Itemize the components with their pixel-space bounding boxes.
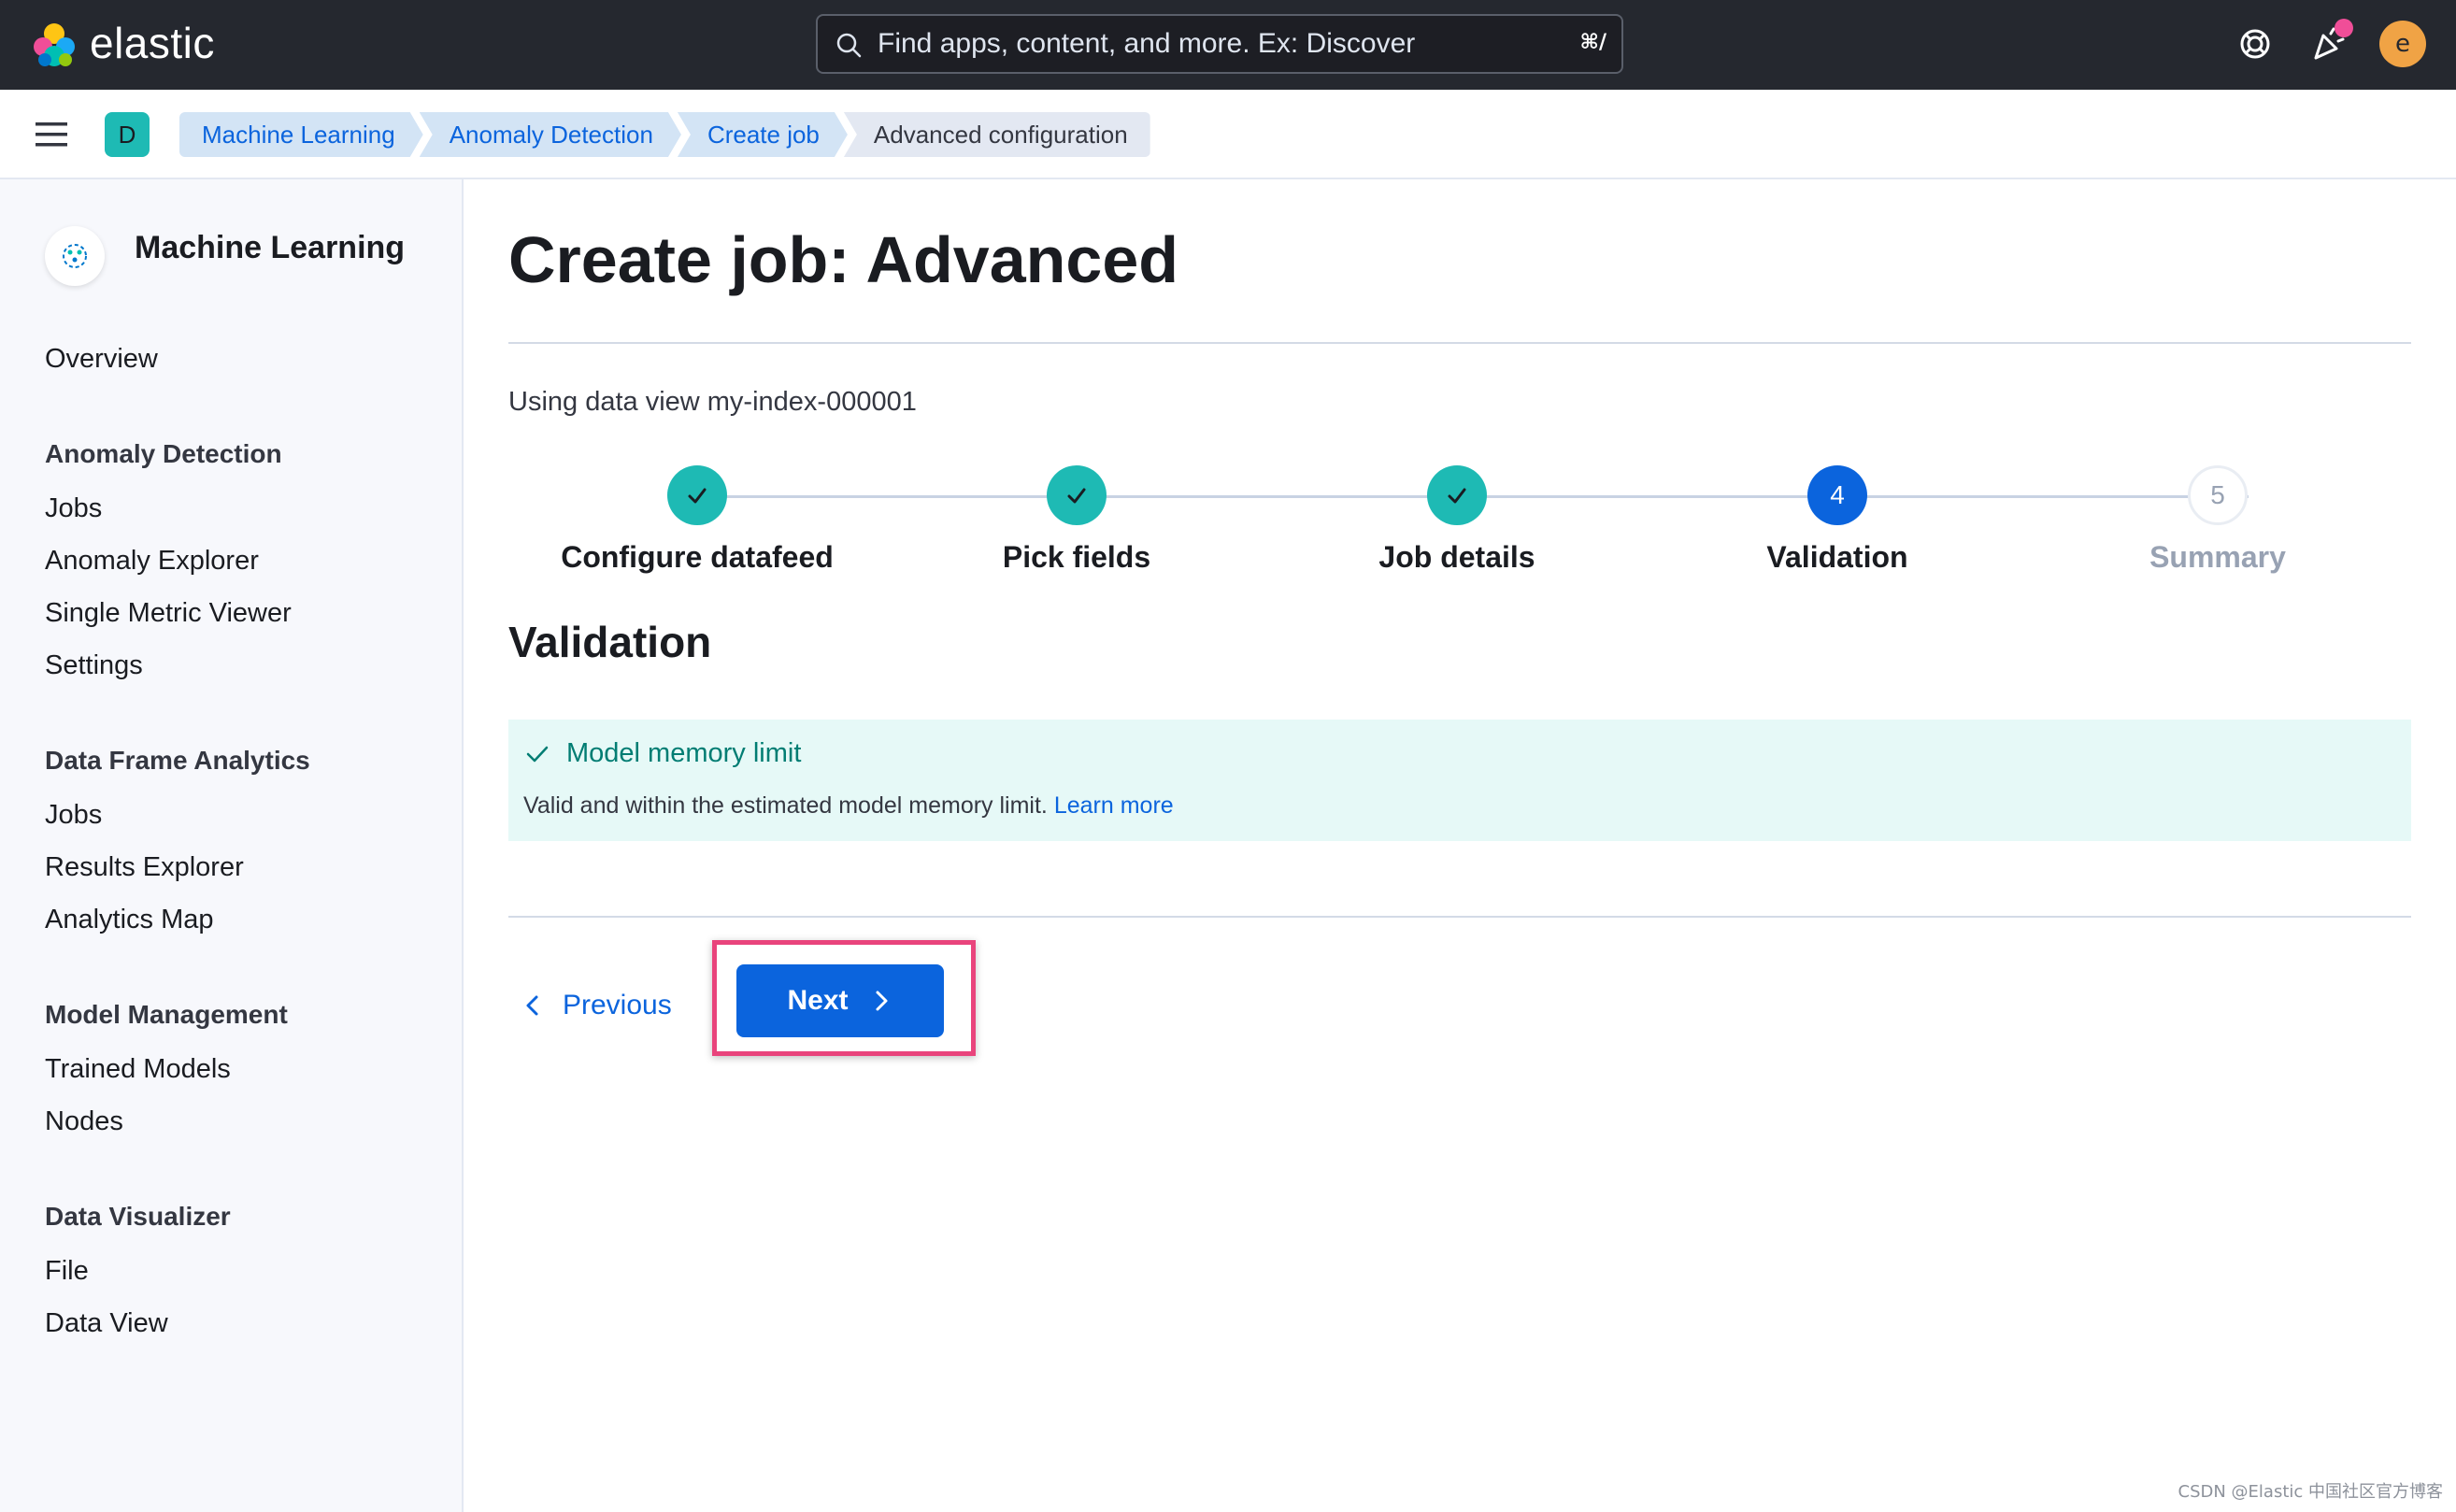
help-lifebuoy-icon[interactable] (2232, 21, 2278, 67)
previous-button[interactable]: Previous (520, 976, 672, 1035)
sidebar-item-data-view[interactable]: Data View (45, 1308, 168, 1339)
sidebar-group-data-visualizer: Data Visualizer (45, 1202, 231, 1231)
search-input[interactable] (878, 16, 1532, 72)
sidebar-item-ad-settings[interactable]: Settings (45, 650, 143, 681)
top-header: elastic ⌘/ e (0, 0, 2456, 90)
sidebar-item-ad-jobs[interactable]: Jobs (45, 493, 102, 524)
footer-divider (508, 916, 2411, 918)
learn-more-link[interactable]: Learn more (1054, 792, 1174, 819)
sidebar-group-anomaly-detection: Anomaly Detection (45, 439, 282, 468)
callout-title: Model memory limit (566, 738, 802, 768)
section-title: Validation (508, 618, 712, 666)
step-5-incomplete-indicator: 5 (2188, 465, 2248, 525)
step-5-label: Summary (2149, 540, 2286, 574)
breadcrumb-machine-learning[interactable]: Machine Learning (179, 112, 423, 157)
step-2-complete-indicator[interactable] (1047, 465, 1107, 525)
elastic-logo-text[interactable]: elastic (90, 17, 215, 69)
check-icon (1067, 488, 1086, 504)
step-1-complete-indicator[interactable] (667, 465, 727, 525)
validation-success-callout: Model memory limit Valid and within the … (508, 720, 2411, 841)
global-search[interactable]: ⌘/ (816, 14, 1623, 74)
ml-brain-icon (63, 244, 87, 268)
sidebar-group-model-management: Model Management (45, 1000, 288, 1029)
breadcrumb: Machine Learning Anomaly Detection Creat… (179, 112, 1156, 157)
sidebar-group-data-frame-analytics: Data Frame Analytics (45, 746, 310, 775)
breadcrumb-anomaly-detection[interactable]: Anomaly Detection (420, 112, 681, 157)
chevron-right-icon (876, 991, 888, 1011)
check-icon (526, 746, 549, 763)
sidebar-item-file[interactable]: File (45, 1256, 89, 1287)
machine-learning-app-icon (45, 226, 105, 286)
elastic-logo-icon[interactable] (28, 19, 80, 71)
callout-body-text: Valid and within the estimated model mem… (523, 792, 1048, 819)
check-icon (1448, 488, 1466, 504)
sidebar-item-analytics-map[interactable]: Analytics Map (45, 905, 214, 935)
callout-body: Valid and within the estimated model mem… (523, 792, 1174, 820)
sidebar-item-trained-models[interactable]: Trained Models (45, 1054, 231, 1085)
sidebar-item-single-metric-viewer[interactable]: Single Metric Viewer (45, 598, 292, 629)
space-avatar[interactable]: D (105, 112, 150, 157)
step-3-complete-indicator[interactable] (1427, 465, 1487, 525)
hamburger-menu-icon[interactable] (34, 118, 71, 151)
page-title: Create job: Advanced (508, 223, 1179, 296)
next-button[interactable]: Next (736, 964, 944, 1037)
step-4-current-indicator[interactable]: 4 (1807, 465, 1867, 525)
step-1-label[interactable]: Configure datafeed (520, 540, 875, 575)
sidebar-item-results-explorer[interactable]: Results Explorer (45, 852, 244, 883)
sidebar-item-nodes[interactable]: Nodes (45, 1106, 123, 1137)
sidebar-item-dfa-jobs[interactable]: Jobs (45, 800, 102, 831)
sidebar-title: Machine Learning (135, 230, 406, 265)
watermark: CSDN @Elastic 中国社区官方博客 (2178, 1482, 2444, 1502)
breadcrumb-advanced-configuration: Advanced configuration (843, 112, 1150, 157)
breadcrumb-create-job[interactable]: Create job (678, 112, 848, 157)
main-content: Create job: Advanced Using data view my-… (464, 179, 2456, 1512)
breadcrumb-bar: D Machine Learning Anomaly Detection Cre… (0, 90, 2456, 179)
notification-dot (2335, 19, 2353, 37)
data-view-info: Using data view my-index-000001 (508, 387, 917, 417)
ml-sidebar-nav: Machine Learning Overview Anomaly Detect… (0, 179, 464, 1512)
next-button-label: Next (787, 985, 849, 1016)
search-icon (836, 33, 862, 58)
step-4-label[interactable]: Validation (1660, 540, 2015, 575)
step-2-label[interactable]: Pick fields (899, 540, 1254, 575)
sidebar-item-anomaly-explorer[interactable]: Anomaly Explorer (45, 546, 259, 577)
chevron-left-icon (526, 995, 538, 1016)
step-3-label[interactable]: Job details (1279, 540, 1635, 575)
check-icon (688, 488, 707, 504)
search-shortcut-hint: ⌘/ (1579, 31, 1606, 54)
title-divider (508, 342, 2411, 344)
user-avatar[interactable]: e (2379, 21, 2426, 67)
previous-button-label: Previous (563, 990, 672, 1020)
sidebar-item-overview[interactable]: Overview (45, 344, 158, 375)
